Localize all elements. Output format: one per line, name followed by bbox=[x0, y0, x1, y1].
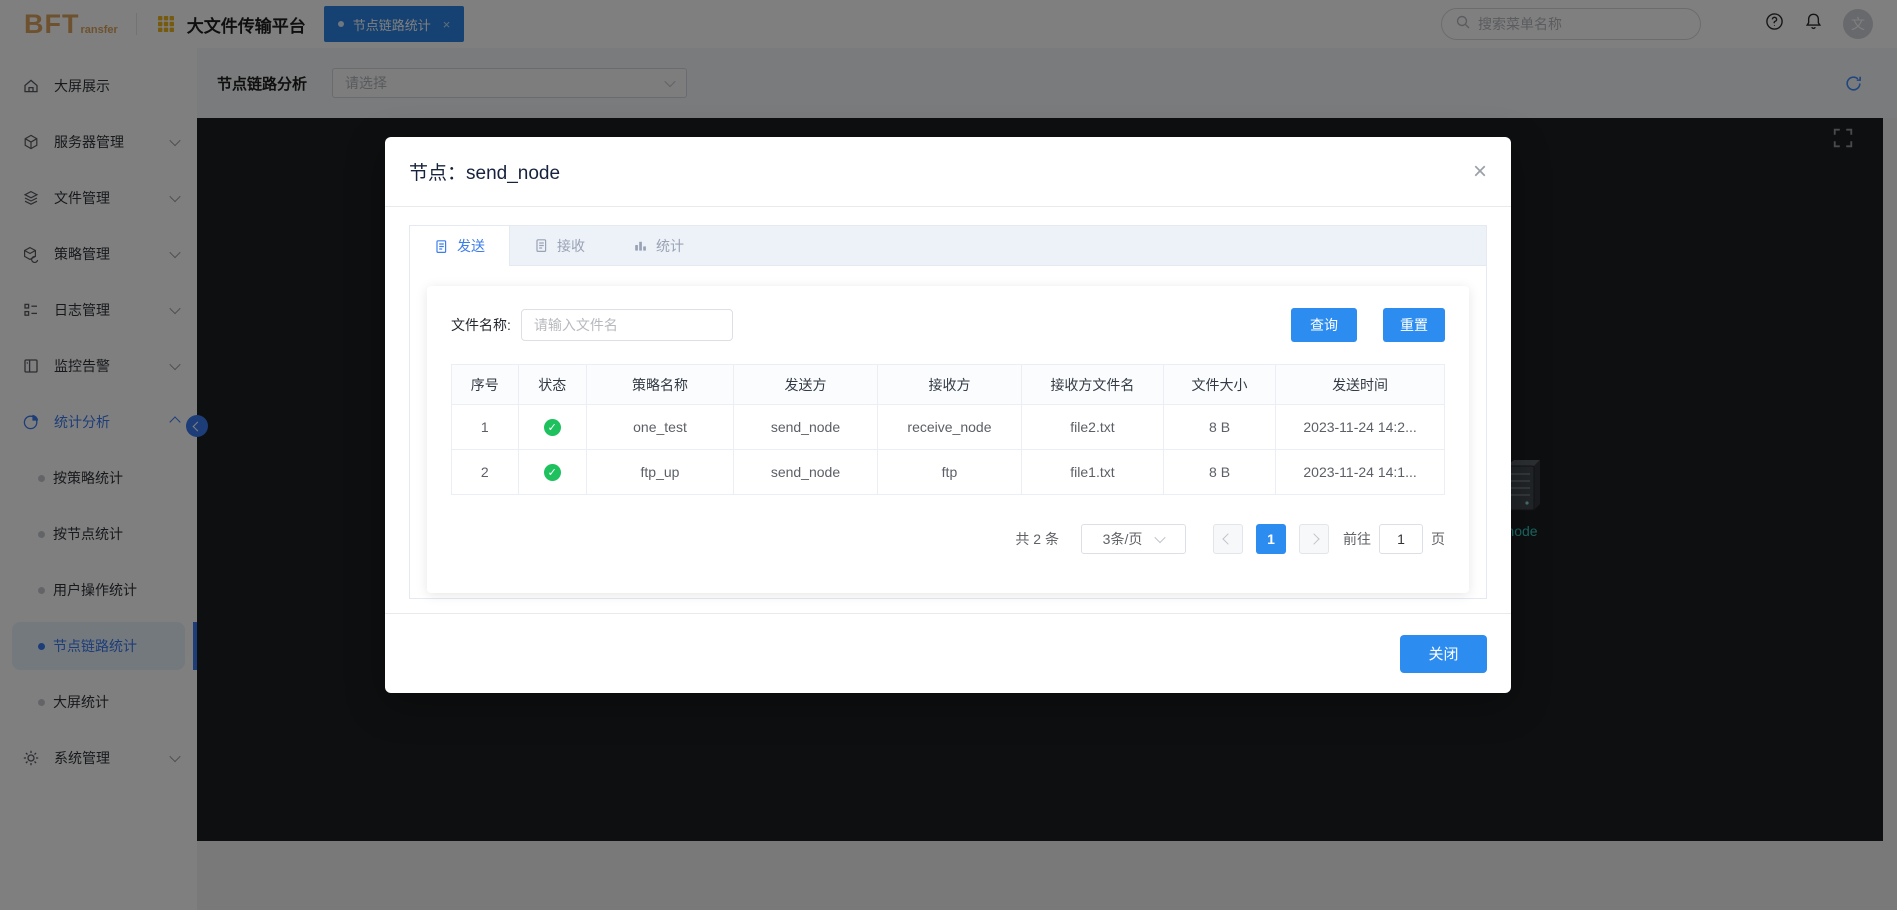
dialog-header: 节点：send_node × bbox=[385, 137, 1511, 207]
dialog-body: 发送 接收 统计 文件名称: bbox=[385, 207, 1511, 613]
close-icon[interactable]: × bbox=[1473, 160, 1487, 184]
goto-label: 前往 bbox=[1343, 529, 1371, 549]
query-button[interactable]: 查询 bbox=[1291, 308, 1357, 342]
tab-send[interactable]: 发送 bbox=[410, 226, 510, 266]
table-header-row: 序号 状态 策略名称 发送方 接收方 接收方文件名 文件大小 发送时间 bbox=[452, 365, 1445, 405]
pagination-bar: 共 2 条 3条/页 1 前往 bbox=[451, 524, 1445, 554]
dialog-tabs-header: 发送 接收 统计 bbox=[410, 226, 1486, 266]
tab-receive[interactable]: 接收 bbox=[510, 226, 609, 265]
document-icon bbox=[534, 238, 549, 253]
page-size-select[interactable]: 3条/页 bbox=[1081, 524, 1186, 554]
dialog-tabs-box: 发送 接收 统计 文件名称: bbox=[409, 225, 1487, 599]
table-row: 1 one_test send_node receive_node file2.… bbox=[452, 405, 1445, 450]
records-card: 文件名称: 查询 重置 序号 bbox=[427, 286, 1469, 593]
page-unit-label: 页 bbox=[1431, 529, 1445, 549]
chevron-left-icon bbox=[1222, 533, 1233, 544]
chevron-right-icon bbox=[1308, 533, 1319, 544]
next-page-button[interactable] bbox=[1299, 524, 1329, 554]
total-count-label: 共 2 条 bbox=[1015, 529, 1059, 549]
bar-chart-icon bbox=[633, 238, 648, 253]
file-filter-row: 文件名称: 查询 重置 bbox=[451, 308, 1445, 342]
success-check-icon bbox=[544, 419, 561, 436]
tab-panel-send: 文件名称: 查询 重置 序号 bbox=[410, 266, 1486, 613]
table-row: 2 ftp_up send_node ftp file1.txt 8 B 202… bbox=[452, 450, 1445, 495]
goto-page-input[interactable] bbox=[1379, 524, 1423, 554]
reset-button[interactable]: 重置 bbox=[1383, 308, 1445, 342]
app-root: BFTransfer 大文件传输平台 节点链路统计 × 文 bbox=[0, 0, 1897, 910]
document-icon bbox=[434, 239, 449, 254]
dialog-title: 节点：send_node bbox=[409, 158, 560, 185]
chevron-down-icon bbox=[1155, 532, 1166, 543]
file-name-label: 文件名称: bbox=[451, 315, 511, 335]
file-name-input[interactable] bbox=[521, 309, 733, 341]
dialog-footer: 关闭 bbox=[385, 613, 1511, 693]
tab-statistics[interactable]: 统计 bbox=[609, 226, 708, 265]
success-check-icon bbox=[544, 464, 561, 481]
node-detail-dialog: 节点：send_node × 发送 接收 统计 bbox=[385, 137, 1511, 693]
transfer-records-table: 序号 状态 策略名称 发送方 接收方 接收方文件名 文件大小 发送时间 bbox=[451, 364, 1445, 495]
prev-page-button[interactable] bbox=[1213, 524, 1243, 554]
close-dialog-button[interactable]: 关闭 bbox=[1400, 635, 1487, 673]
page-number-1[interactable]: 1 bbox=[1256, 524, 1286, 554]
